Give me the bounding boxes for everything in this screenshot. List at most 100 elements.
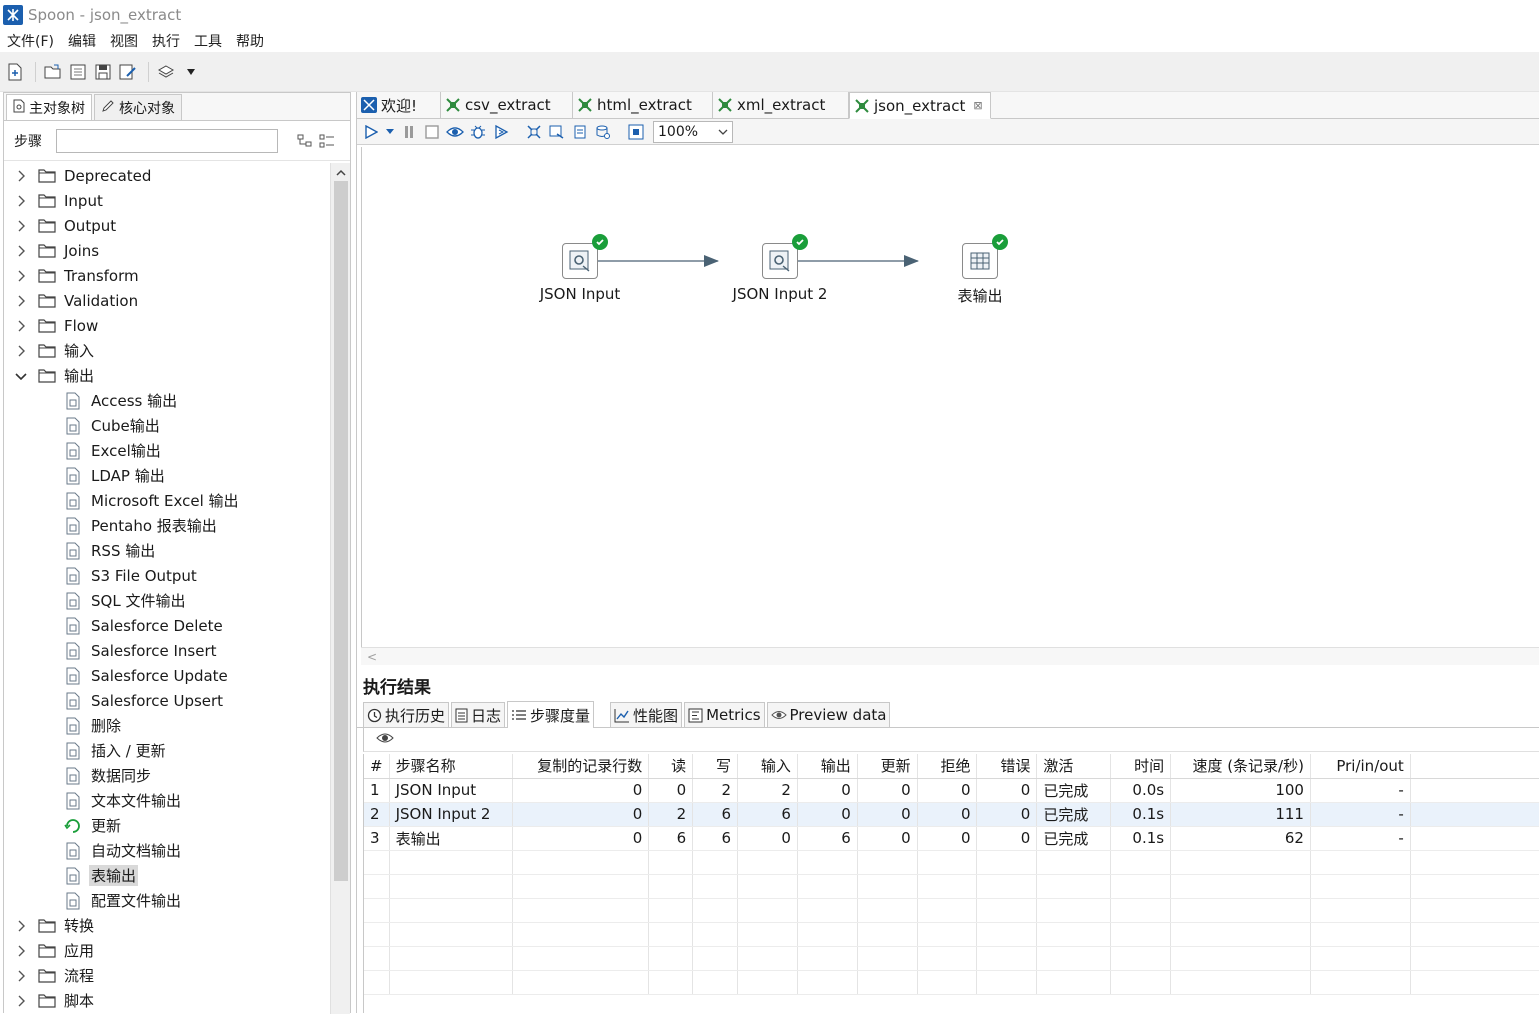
chevron-right-icon[interactable] xyxy=(14,295,28,307)
collapse-all-icon[interactable] xyxy=(318,132,336,150)
tree-category[interactable]: Transform xyxy=(4,263,330,288)
tree-step-item[interactable]: 更新 xyxy=(4,813,330,838)
tree-step-item[interactable]: 数据同步 xyxy=(4,763,330,788)
tab-welcome[interactable]: 欢迎! xyxy=(357,92,441,118)
tree-step-item[interactable]: Pentaho 报表输出 xyxy=(4,513,330,538)
table-row[interactable] xyxy=(364,946,1539,971)
tree-category[interactable]: 输入 xyxy=(4,338,330,363)
replay-icon[interactable] xyxy=(491,122,511,142)
column-header[interactable]: 读 xyxy=(648,754,694,779)
tree-category[interactable]: 输出 xyxy=(4,363,330,388)
tree-category[interactable]: Joins xyxy=(4,238,330,263)
chevron-right-icon[interactable] xyxy=(14,245,28,257)
tree-step-item[interactable]: 删除 xyxy=(4,713,330,738)
tree-category[interactable]: Flow xyxy=(4,313,330,338)
column-header[interactable]: Pri/in/out xyxy=(1310,754,1411,779)
chevron-right-icon[interactable] xyxy=(14,195,28,207)
tree-step-item[interactable]: 表输出 xyxy=(4,863,330,888)
menu-file[interactable]: 文件(F) xyxy=(7,31,54,51)
explore-db-icon[interactable] xyxy=(593,122,613,142)
pause-icon[interactable] xyxy=(399,122,419,142)
tree-step-item[interactable]: Salesforce Upsert xyxy=(4,688,330,713)
column-header[interactable]: 速度 (条记录/秒) xyxy=(1170,754,1311,779)
table-row[interactable] xyxy=(364,922,1539,947)
transformation-canvas[interactable]: JSON Input JSON Input 2 表输出 xyxy=(361,147,1539,657)
show-active-steps-eye-icon[interactable] xyxy=(376,732,394,748)
table-row[interactable] xyxy=(364,898,1539,923)
chevron-right-icon[interactable] xyxy=(14,220,28,232)
tab-metrics[interactable]: Metrics xyxy=(684,702,765,727)
scroll-left-icon[interactable]: < xyxy=(367,650,377,664)
chevron-right-icon[interactable] xyxy=(14,345,28,357)
chevron-right-icon[interactable] xyxy=(14,920,28,932)
tree-step-item[interactable]: 配置文件输出 xyxy=(4,888,330,913)
menu-view[interactable]: 视图 xyxy=(110,31,138,51)
tree-step-item[interactable]: 插入 / 更新 xyxy=(4,738,330,763)
save-icon[interactable] xyxy=(92,61,114,83)
step-node-json-input[interactable]: JSON Input xyxy=(520,234,640,303)
column-header[interactable]: 输出 xyxy=(797,754,858,779)
step-node-table-output[interactable]: 表输出 xyxy=(920,234,1040,306)
table-row[interactable]: 3 表输出 0 6 6 0 6 0 0 0 已完成 0.1s 62- xyxy=(364,826,1539,851)
zoom-select[interactable]: 100% xyxy=(653,120,733,143)
chevron-right-icon[interactable] xyxy=(14,270,28,282)
tree-category[interactable]: 转换 xyxy=(4,913,330,938)
chevron-down-icon[interactable] xyxy=(14,372,28,380)
menu-run[interactable]: 执行 xyxy=(152,31,180,51)
tree-category[interactable]: Deprecated xyxy=(4,163,330,188)
close-tab-icon[interactable]: ⊠ xyxy=(973,99,982,112)
menu-help[interactable]: 帮助 xyxy=(236,31,264,51)
tab-performance-graph[interactable]: 性能图 xyxy=(610,702,683,727)
chevron-right-icon[interactable] xyxy=(14,170,28,182)
save-as-icon[interactable] xyxy=(117,61,139,83)
step-node-json-input-2[interactable]: JSON Input 2 xyxy=(720,234,840,303)
tree-step-item[interactable]: 文本文件输出 xyxy=(4,788,330,813)
scroll-up-icon[interactable] xyxy=(331,163,351,181)
new-file-icon[interactable] xyxy=(4,61,26,83)
column-header[interactable]: # xyxy=(364,754,390,779)
tree-step-item[interactable]: S3 File Output xyxy=(4,563,330,588)
table-row[interactable] xyxy=(364,874,1539,899)
layers-icon[interactable] xyxy=(155,61,177,83)
tab-core-objects[interactable]: 核心对象 xyxy=(94,94,182,120)
chevron-right-icon[interactable] xyxy=(14,320,28,332)
canvas-horizontal-scrollbar[interactable]: < xyxy=(361,647,1539,665)
debug-bug-icon[interactable] xyxy=(468,122,488,142)
verify-icon[interactable] xyxy=(524,122,544,142)
step-search-input[interactable] xyxy=(56,128,278,153)
tree-step-item[interactable]: Excel输出 xyxy=(4,438,330,463)
tab-preview-data[interactable]: Preview data xyxy=(766,702,891,727)
explore-repository-icon[interactable] xyxy=(67,61,89,83)
sql-icon[interactable] xyxy=(570,122,590,142)
tab-step-metrics[interactable]: 步骤度量 xyxy=(507,701,595,728)
column-header[interactable]: 复制的记录行数 xyxy=(512,754,650,779)
column-header[interactable]: 写 xyxy=(692,754,739,779)
table-row[interactable]: 2 JSON Input 2 0 2 6 6 0 0 0 0 已完成 0.1s 111- xyxy=(364,802,1539,827)
column-header[interactable]: 更新 xyxy=(857,754,918,779)
tree-step-item[interactable]: Salesforce Update xyxy=(4,663,330,688)
tab-html-extract[interactable]: html_extract xyxy=(573,92,713,118)
menu-tools[interactable]: 工具 xyxy=(194,31,222,51)
chevron-right-icon[interactable] xyxy=(14,995,28,1007)
analyze-impact-icon[interactable] xyxy=(547,122,567,142)
tree-category[interactable]: Validation xyxy=(4,288,330,313)
tree-step-item[interactable]: RSS 输出 xyxy=(4,538,330,563)
column-header[interactable]: 错误 xyxy=(976,754,1038,779)
tree-category[interactable]: Input xyxy=(4,188,330,213)
tab-execution-history[interactable]: 执行历史 xyxy=(363,702,450,727)
menu-edit[interactable]: 编辑 xyxy=(68,31,96,51)
open-file-icon[interactable] xyxy=(42,61,64,83)
tree-category[interactable]: Output xyxy=(4,213,330,238)
expand-all-icon[interactable] xyxy=(296,132,314,150)
column-header[interactable]: 时间 xyxy=(1110,754,1172,779)
column-header[interactable]: 激活 xyxy=(1036,754,1112,779)
tab-main-object-tree[interactable]: 主对象树 xyxy=(6,94,92,120)
table-row[interactable] xyxy=(364,850,1539,875)
tree-step-item[interactable]: Salesforce Delete xyxy=(4,613,330,638)
column-header[interactable]: 拒绝 xyxy=(917,754,978,779)
chevron-right-icon[interactable] xyxy=(14,970,28,982)
tree-step-item[interactable]: 自动文档输出 xyxy=(4,838,330,863)
run-options-dropdown-icon[interactable] xyxy=(384,122,396,142)
tab-xml-extract[interactable]: xml_extract xyxy=(713,92,849,118)
tree-step-item[interactable]: SQL 文件输出 xyxy=(4,588,330,613)
